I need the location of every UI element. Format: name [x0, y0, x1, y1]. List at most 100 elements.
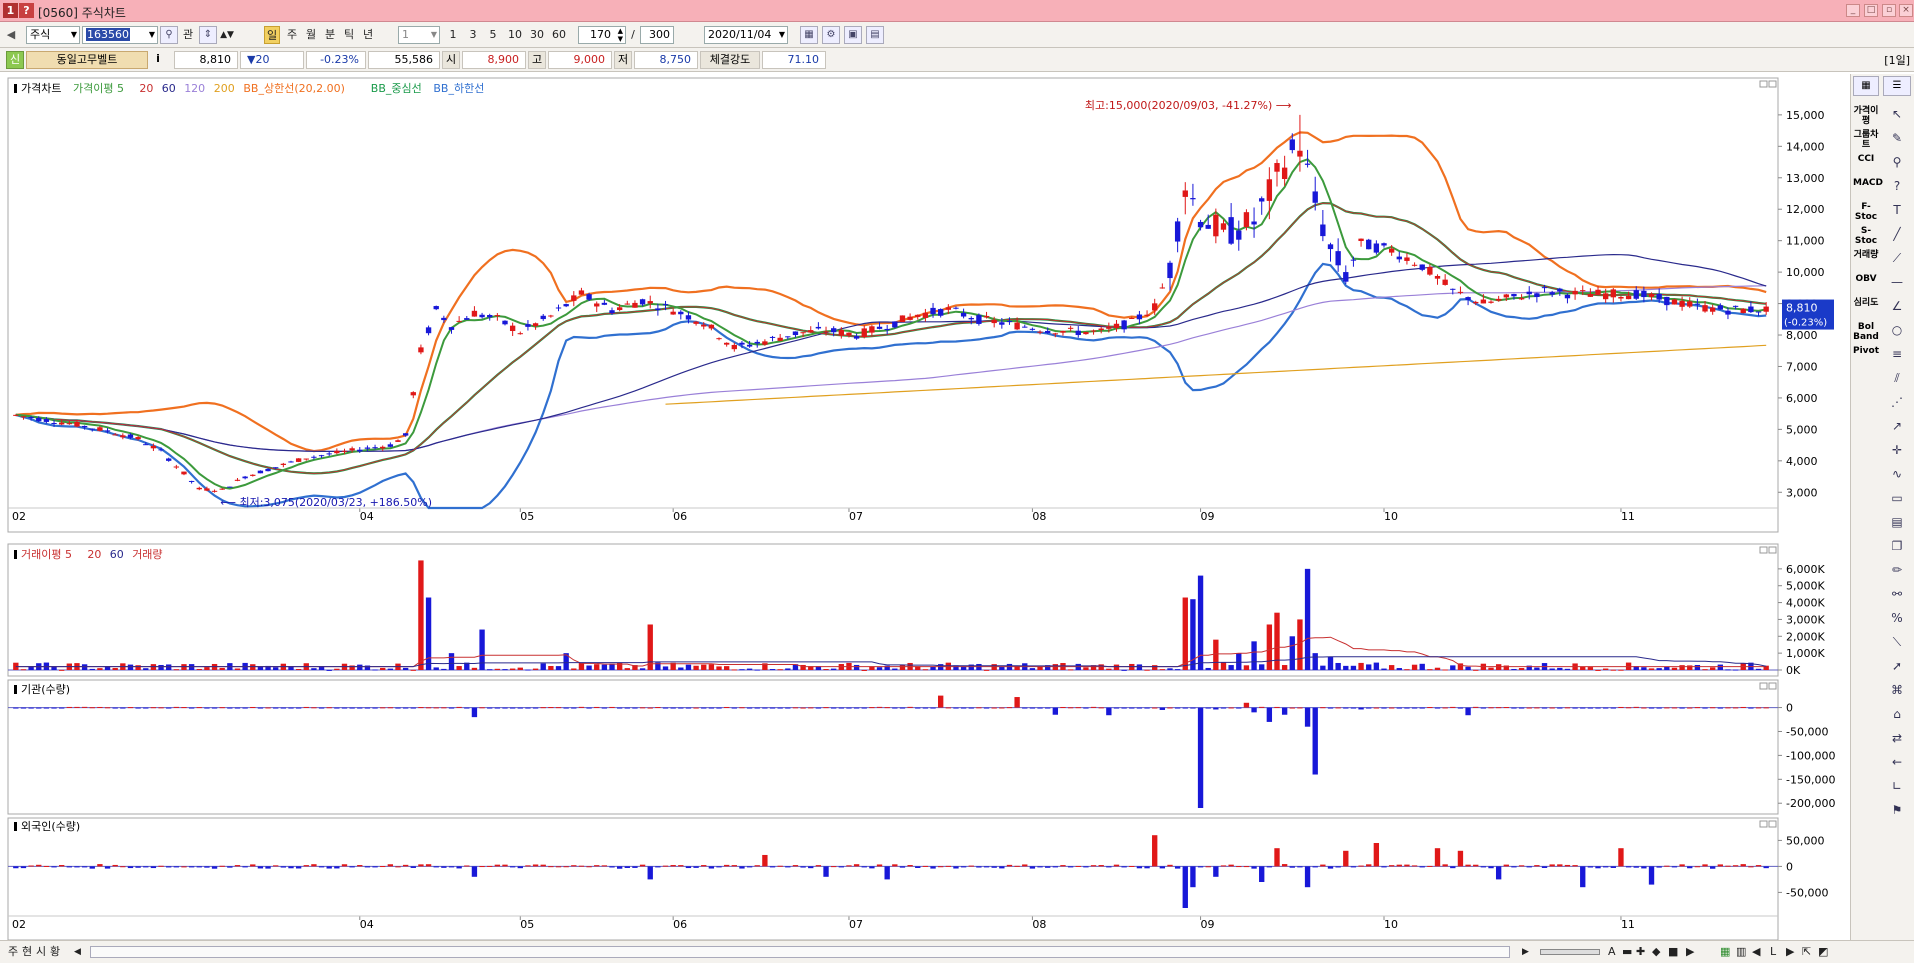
grid-toggle-icon[interactable]: ▦	[1853, 76, 1879, 96]
indicator-item[interactable]: 거래량	[1853, 250, 1879, 260]
l-icon[interactable]: L	[1770, 944, 1776, 960]
count-input[interactable]: 170 ▲ ▼	[578, 26, 626, 44]
pencil-icon[interactable]: ✏	[1887, 560, 1907, 580]
period-tick[interactable]: 틱	[341, 26, 357, 44]
corner-icon[interactable]: ∟	[1887, 776, 1907, 796]
unit-select[interactable]: 1 ▼	[398, 26, 440, 44]
indicator-item[interactable]: F-Stoc	[1853, 202, 1879, 222]
indicator-item[interactable]: CCI	[1853, 154, 1879, 164]
circle-icon[interactable]: ○	[1887, 320, 1907, 340]
horizontal-line-icon[interactable]: —	[1887, 272, 1907, 292]
template-icon[interactable]: ▤	[866, 26, 884, 44]
chart-settings-icon[interactable]: ▦	[800, 26, 818, 44]
pan-icon[interactable]: ⇄	[1887, 728, 1907, 748]
wave-icon[interactable]: ∿	[1887, 464, 1907, 484]
gann-icon[interactable]: ⋰	[1887, 392, 1907, 412]
slash-icon[interactable]: ⟍	[1887, 632, 1907, 652]
fibonacci-icon[interactable]: ≡	[1887, 344, 1907, 364]
chart-area[interactable]: 02 04 05 06 07 08 09 10 11 02 04 05 06 07 08 09 10 11 가격차트…	[0, 74, 1850, 941]
maximize-icon[interactable]: □	[1864, 4, 1878, 17]
gear-icon[interactable]: ⚙	[822, 26, 840, 44]
period-week[interactable]: 주	[284, 26, 300, 44]
date-select[interactable]: 2020/11/04 ▼	[704, 26, 788, 44]
updown-icon[interactable]: ⇕	[199, 26, 217, 44]
print-icon[interactable]: ▤	[1887, 512, 1907, 532]
fit-icon[interactable]: ◩	[1818, 944, 1828, 960]
play-icon[interactable]: ◆	[1652, 944, 1660, 960]
preset-5[interactable]: 5	[486, 26, 500, 44]
next-icon[interactable]: ▶	[1686, 944, 1694, 960]
save-icon[interactable]: ▣	[844, 26, 862, 44]
copy-icon[interactable]: ❐	[1887, 536, 1907, 556]
end-icon[interactable]: ▶	[1786, 944, 1794, 960]
code-input[interactable]: 163560 ▼	[82, 26, 158, 44]
percent-icon[interactable]: %	[1887, 608, 1907, 628]
close-icon[interactable]: ×	[1899, 4, 1913, 17]
tab-ju[interactable]: 주	[8, 944, 18, 960]
home-icon[interactable]: ◀	[1752, 944, 1760, 960]
cursor-icon[interactable]: ↖	[1887, 104, 1907, 124]
plus-icon[interactable]: ✚	[1636, 944, 1645, 960]
text-icon[interactable]: T	[1887, 200, 1907, 220]
minimize-icon[interactable]: _	[1846, 4, 1860, 17]
preset-60[interactable]: 60	[550, 26, 568, 44]
flag-icon[interactable]: ⚑	[1887, 800, 1907, 820]
search-icon[interactable]: ⚲	[160, 26, 178, 44]
zoom-in-icon[interactable]: A	[1608, 944, 1616, 960]
cross-icon[interactable]: ✛	[1887, 440, 1907, 460]
help-icon[interactable]: ?	[19, 3, 34, 18]
period-month[interactable]: 월	[303, 26, 319, 44]
market-select[interactable]: 주식 ▼	[26, 26, 80, 44]
draw-line-icon[interactable]: ╱	[1887, 224, 1907, 244]
count-total[interactable]: 300	[640, 26, 674, 44]
zoom-slider[interactable]	[1540, 949, 1600, 955]
indicator-item[interactable]: 심리도	[1853, 298, 1879, 308]
tab-si[interactable]: 시	[36, 944, 46, 960]
period-day[interactable]: 일	[264, 26, 280, 44]
chart-svg[interactable]: 02 04 05 06 07 08 09 10 11 02 04 05 06 07 08 09 10 11 가격차트…	[0, 74, 1850, 941]
left-icon[interactable]: ←	[1887, 752, 1907, 772]
scrollbar-track[interactable]	[90, 946, 1510, 958]
resize-icon[interactable]: ⇱	[1802, 944, 1811, 960]
preset-10[interactable]: 10	[506, 26, 524, 44]
indicator-item[interactable]: 가격이평	[1853, 106, 1879, 126]
channel-icon[interactable]: ⫽	[1887, 368, 1907, 388]
arrow-icon[interactable]: ↗	[1887, 416, 1907, 436]
help-tool-icon[interactable]: ?	[1887, 176, 1907, 196]
indicator-item[interactable]: MACD	[1853, 178, 1883, 188]
period-year[interactable]: 년	[360, 26, 376, 44]
stock-name[interactable]: 동일고무벨트	[26, 51, 148, 69]
indicator-item[interactable]: Bol Band	[1853, 322, 1879, 342]
app-icon[interactable]: 1	[3, 3, 18, 18]
restore-icon[interactable]: ▫	[1882, 4, 1896, 17]
gwan-button[interactable]: 관	[180, 26, 196, 44]
zoom-icon[interactable]: ⚲	[1887, 152, 1907, 172]
magnet-icon[interactable]: ⚯	[1887, 584, 1907, 604]
preset-30[interactable]: 30	[528, 26, 546, 44]
stop-icon[interactable]: ■	[1668, 944, 1678, 960]
scroll-right-icon[interactable]: ▶	[1522, 944, 1529, 960]
preset-3[interactable]: 3	[466, 26, 480, 44]
indicator-item[interactable]: OBV	[1853, 274, 1879, 284]
indicator-item[interactable]: Pivot	[1853, 346, 1879, 356]
period-minute[interactable]: 분	[322, 26, 338, 44]
zoom-out-icon[interactable]: ▬	[1622, 944, 1632, 960]
pointer-icon[interactable]: ➚	[1887, 656, 1907, 676]
grid-icon[interactable]: ▥	[1736, 944, 1746, 960]
net-icon[interactable]: ⌘	[1887, 680, 1907, 700]
spin-icon[interactable]: ▲▼	[219, 26, 235, 44]
tab-hwang[interactable]: 황	[50, 944, 60, 960]
trend-line-icon[interactable]: ⟋	[1887, 248, 1907, 268]
rect-icon[interactable]: ▭	[1887, 488, 1907, 508]
indicator-item[interactable]: 그룹차트	[1853, 130, 1879, 150]
scroll-left-icon[interactable]: ◀	[74, 944, 81, 960]
tag-icon[interactable]: ⌂	[1887, 704, 1907, 724]
indicator-item[interactable]: S-Stoc	[1853, 226, 1879, 246]
speaker-icon[interactable]: ◀	[4, 26, 18, 44]
info-button[interactable]: i	[150, 51, 166, 69]
angle-icon[interactable]: ∠	[1887, 296, 1907, 316]
excel-icon[interactable]: ▦	[1720, 944, 1730, 960]
preset-1[interactable]: 1	[446, 26, 460, 44]
eraser-icon[interactable]: ✎	[1887, 128, 1907, 148]
list-toggle-icon[interactable]: ☰	[1883, 76, 1911, 96]
